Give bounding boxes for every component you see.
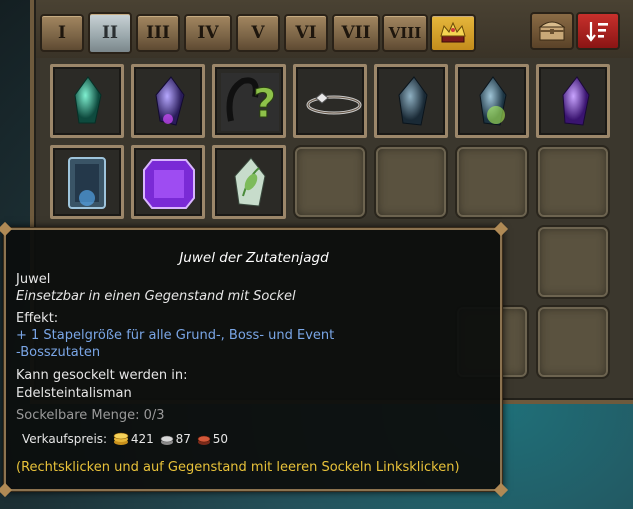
svg-text:?: ? [253, 81, 276, 127]
chest-button[interactable] [530, 12, 574, 50]
tab-1[interactable]: I [40, 14, 84, 52]
leaf-gem-icon [234, 157, 266, 207]
gold-coin-icon [113, 432, 129, 445]
inventory-slot[interactable] [293, 64, 367, 138]
inventory-slot[interactable] [374, 64, 448, 138]
inventory-slot[interactable] [536, 305, 610, 379]
silver-amount: 87 [175, 432, 191, 446]
purple-gem-icon [155, 76, 185, 126]
tab-8[interactable]: VIII [382, 14, 428, 52]
effect-line: -Bosszutaten [16, 345, 101, 360]
green-gem-icon [74, 76, 102, 124]
tab-3[interactable]: III [136, 14, 180, 52]
sell-price: Verkaufspreis: 421 87 50 [22, 432, 228, 446]
item-subtitle: Einsetzbar in einen Gegenstand mit Socke… [16, 289, 296, 304]
inventory-slot[interactable] [455, 64, 529, 138]
inventory-slot[interactable] [131, 64, 205, 138]
inventory-slot[interactable] [293, 145, 367, 219]
inventory-slot[interactable] [50, 145, 124, 219]
effect-label: Effekt: [16, 311, 59, 326]
tab-2[interactable]: II [88, 12, 132, 54]
effect-line: + 1 Stapelgröße für alle Grund-, Boss- u… [16, 328, 335, 343]
violet-gem-icon [562, 76, 590, 126]
item-tooltip: Juwel der Zutatenjagd Juwel Einsetzbar i… [0, 221, 509, 498]
copper-coin-icon [197, 435, 211, 445]
inventory-slot[interactable] [131, 145, 205, 219]
socket-target: Edelsteintalisman [16, 386, 132, 401]
inventory-slot[interactable] [536, 225, 610, 299]
blue-square-jewel-icon [68, 157, 106, 209]
glowing-green-gem-icon [479, 76, 507, 126]
dark-gem-icon [398, 76, 428, 126]
silver-ring-icon [306, 92, 362, 115]
sell-label: Verkaufspreis: [22, 432, 108, 446]
copper-amount: 50 [212, 432, 229, 446]
tooltip-title: Juwel der Zutatenjagd [179, 250, 329, 266]
usage-hint: (Rechtsklicken und auf Gegenstand mit le… [16, 460, 460, 475]
inventory-slot[interactable] [374, 145, 448, 219]
crown-icon [440, 21, 466, 43]
inventory-slot[interactable] [50, 64, 124, 138]
inventory-slot[interactable] [212, 145, 286, 219]
tab-crown[interactable] [430, 14, 476, 52]
silver-coin-icon [160, 435, 173, 445]
item-type: Juwel [16, 272, 51, 287]
amethyst-jewel-icon [143, 159, 195, 209]
tab-5[interactable]: V [236, 14, 280, 52]
inventory-slot[interactable] [536, 145, 610, 219]
gold-amount: 421 [130, 432, 154, 446]
inventory-slot[interactable] [536, 64, 610, 138]
inventory-slot[interactable] [455, 145, 529, 219]
tab-7[interactable]: VII [332, 14, 380, 52]
sort-icon [586, 22, 608, 42]
mystery-question-icon: ? [221, 73, 279, 131]
treasure-chest-icon [538, 21, 566, 41]
inventory-slot[interactable]: ? [212, 64, 286, 138]
sort-button[interactable] [576, 12, 620, 50]
stack-amount: Sockelbare Menge: 0/3 [16, 408, 165, 423]
tab-4[interactable]: IV [184, 14, 232, 52]
socket-label: Kann gesockelt werden in: [16, 368, 188, 383]
tab-6[interactable]: VI [284, 14, 328, 52]
